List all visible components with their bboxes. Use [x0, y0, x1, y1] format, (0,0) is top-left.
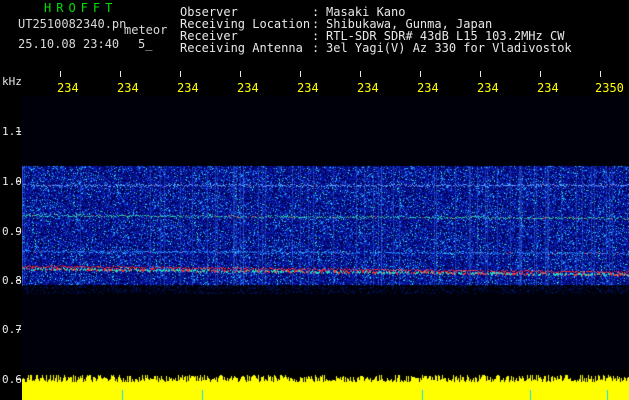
- time-label: 234: [477, 81, 499, 95]
- y-tick: [16, 131, 21, 132]
- x-tick: [120, 71, 121, 77]
- signal-level-baseline: [22, 370, 629, 400]
- antenna-value: 3el Yagi(V) Az 330 for Vladivostok: [326, 41, 572, 55]
- time-label: 2350: [595, 81, 624, 95]
- y-tick: [16, 181, 21, 182]
- y-tick: [16, 280, 21, 281]
- y-tick: [16, 379, 21, 380]
- x-tick: [300, 71, 301, 77]
- antenna-colon: :: [312, 41, 320, 55]
- x-tick: [180, 71, 181, 77]
- y-tick: [16, 231, 21, 232]
- x-tick: [420, 71, 421, 77]
- x-tick: [540, 71, 541, 77]
- x-tick: [600, 71, 601, 77]
- interval-label: 5_: [138, 37, 153, 51]
- time-label: 234: [237, 81, 259, 95]
- datetime-label: 25.10.08 23:40: [18, 37, 120, 51]
- time-label: 234: [297, 81, 319, 95]
- x-tick: [240, 71, 241, 77]
- spectrogram-display: [22, 96, 629, 370]
- mode-label: meteor: [124, 23, 168, 37]
- time-label: 234: [537, 81, 559, 95]
- time-label: 234: [357, 81, 379, 95]
- x-tick: [60, 71, 61, 77]
- filename-label: UT2510082340.pn: [18, 17, 127, 31]
- software-name: HROFFT: [44, 1, 118, 15]
- time-label: 234: [57, 81, 79, 95]
- antenna-label: Receiving Antenna: [180, 41, 303, 55]
- time-label: 234: [177, 81, 199, 95]
- hrofft-window: HROFFT UT2510082340.pn meteor 25.10.08 2…: [0, 0, 629, 400]
- x-tick: [480, 71, 481, 77]
- x-tick: [360, 71, 361, 77]
- y-tick: [16, 329, 21, 330]
- time-label: 234: [417, 81, 439, 95]
- y-axis-unit: kHz: [2, 75, 22, 88]
- time-label: 234: [117, 81, 139, 95]
